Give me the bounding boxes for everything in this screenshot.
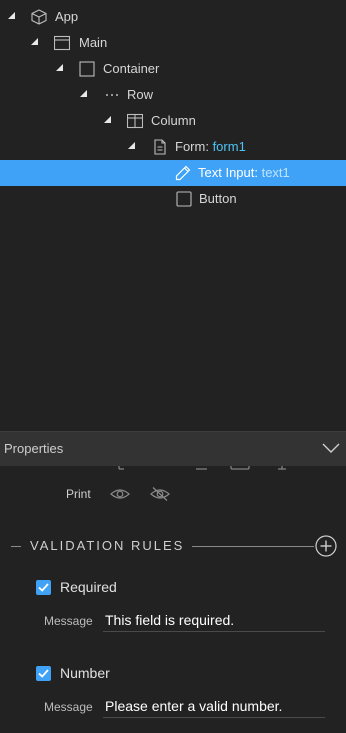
columns-icon — [127, 113, 143, 129]
eye-icon[interactable] — [110, 486, 130, 502]
collapse-triangle-icon[interactable] — [8, 12, 15, 19]
message-label: Message — [44, 614, 93, 628]
tree-item-label: Button — [199, 191, 237, 206]
component-id: text1 — [261, 165, 290, 180]
add-rule-button[interactable] — [315, 535, 337, 557]
collapse-triangle-icon[interactable] — [80, 90, 87, 97]
tree-item-label: Text Input: text1 — [198, 165, 290, 180]
document-icon — [154, 139, 166, 155]
number-message-input[interactable] — [103, 694, 325, 718]
truncated-icon — [278, 466, 286, 470]
component-id: form1 — [212, 139, 246, 154]
tree-item-container[interactable]: Container — [0, 56, 346, 82]
checkmark-icon — [38, 669, 49, 678]
structure-tree: App Main Container Row Column Form: form… — [0, 0, 346, 430]
collapse-triangle-icon[interactable] — [31, 38, 38, 45]
number-label: Number — [60, 665, 110, 681]
cube-icon — [31, 9, 47, 25]
tree-item-app[interactable]: App — [0, 4, 346, 30]
tree-item-text-input[interactable]: Text Input: text1 — [0, 160, 346, 186]
required-message-input[interactable] — [103, 608, 325, 632]
chevron-down-icon[interactable] — [322, 441, 340, 455]
required-checkbox[interactable] — [36, 580, 51, 595]
checkbox-icon — [176, 191, 192, 207]
tree-item-label: Container — [103, 61, 160, 76]
truncated-icon — [118, 466, 124, 470]
checkmark-icon — [38, 583, 49, 592]
ellipsis-icon — [106, 94, 118, 96]
required-label: Required — [60, 579, 117, 595]
properties-body — [0, 466, 346, 733]
tree-item-label: Main — [79, 35, 108, 50]
tree-item-label: Form: form1 — [175, 139, 246, 154]
tree-item-row[interactable]: Row — [0, 82, 346, 108]
collapse-triangle-icon[interactable] — [56, 64, 63, 71]
section-divider — [11, 546, 21, 547]
square-icon — [79, 61, 95, 77]
tree-item-main[interactable]: Main — [0, 30, 346, 56]
tree-item-button[interactable]: Button — [0, 186, 346, 212]
eye-off-icon[interactable] — [150, 486, 170, 502]
collapse-triangle-icon[interactable] — [104, 116, 111, 123]
truncated-icon — [196, 468, 207, 470]
window-icon — [54, 35, 70, 51]
print-label: Print — [66, 487, 91, 501]
properties-title: Properties — [4, 441, 64, 456]
tree-item-form[interactable]: Form: form1 — [0, 134, 346, 160]
tree-item-label: App — [55, 9, 79, 24]
validation-rules-title: VALIDATION RULES — [30, 538, 185, 553]
number-checkbox[interactable] — [36, 666, 51, 681]
pencil-icon — [175, 165, 191, 181]
tree-item-label: Column — [151, 113, 196, 128]
collapse-triangle-icon[interactable] — [128, 142, 135, 149]
section-divider — [192, 546, 314, 547]
properties-panel-header[interactable]: Properties — [0, 431, 346, 466]
message-label: Message — [44, 700, 93, 714]
tree-item-label: Row — [127, 87, 154, 102]
truncated-icon — [230, 466, 250, 470]
tree-item-column[interactable]: Column — [0, 108, 346, 134]
